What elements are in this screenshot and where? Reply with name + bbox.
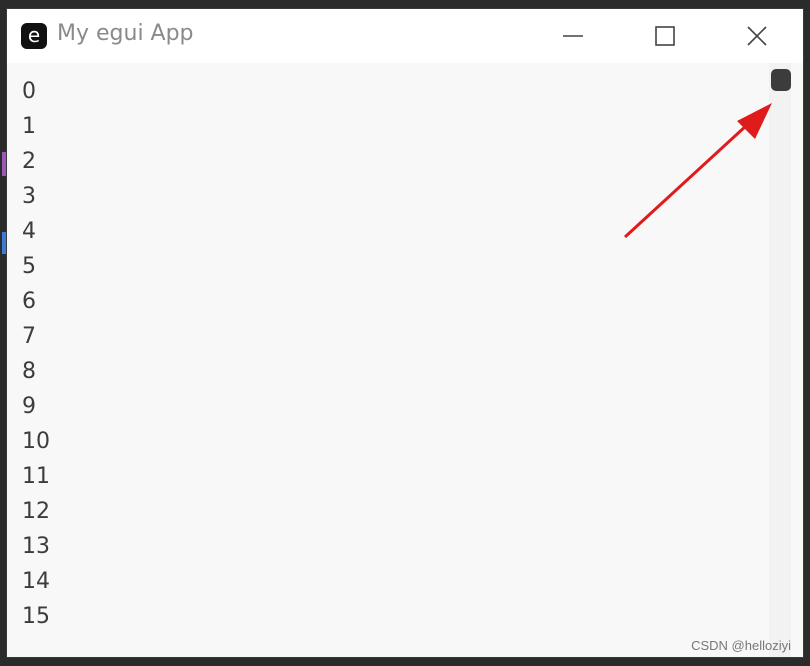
title-bar[interactable]: e My egui App [7, 9, 803, 63]
list-item: 15 [22, 604, 50, 629]
list-item: 3 [22, 184, 36, 209]
list-item: 10 [22, 429, 50, 454]
list-item: 1 [22, 114, 36, 139]
app-window: e My egui App 0 1 2 3 4 5 6 7 8 9 10 11 12 13 14 15 CSD… [6, 8, 804, 658]
vertical-scrollbar[interactable] [769, 63, 791, 657]
close-icon [747, 26, 767, 46]
app-icon: e [21, 23, 47, 49]
list-item: 6 [22, 289, 36, 314]
list-item: 12 [22, 499, 50, 524]
list-item: 0 [22, 79, 36, 104]
maximize-icon [655, 26, 675, 46]
list-item: 7 [22, 324, 36, 349]
list-item: 14 [22, 569, 50, 594]
list-item: 13 [22, 534, 50, 559]
number-list: 0 1 2 3 4 5 6 7 8 9 10 11 12 13 14 15 [22, 77, 50, 637]
close-button[interactable] [711, 9, 803, 63]
watermark: CSDN @helloziyi [691, 638, 791, 653]
maximize-button[interactable] [619, 9, 711, 63]
list-item: 9 [22, 394, 36, 419]
minimize-icon [563, 35, 583, 37]
list-item: 5 [22, 254, 36, 279]
list-item: 11 [22, 464, 50, 489]
window-title: My egui App [57, 21, 194, 46]
list-item: 2 [22, 149, 36, 174]
scroll-area[interactable]: 0 1 2 3 4 5 6 7 8 9 10 11 12 13 14 15 [7, 63, 767, 657]
list-item: 8 [22, 359, 36, 384]
scrollbar-thumb[interactable] [771, 69, 791, 91]
list-item: 4 [22, 219, 36, 244]
minimize-button[interactable] [527, 9, 619, 63]
